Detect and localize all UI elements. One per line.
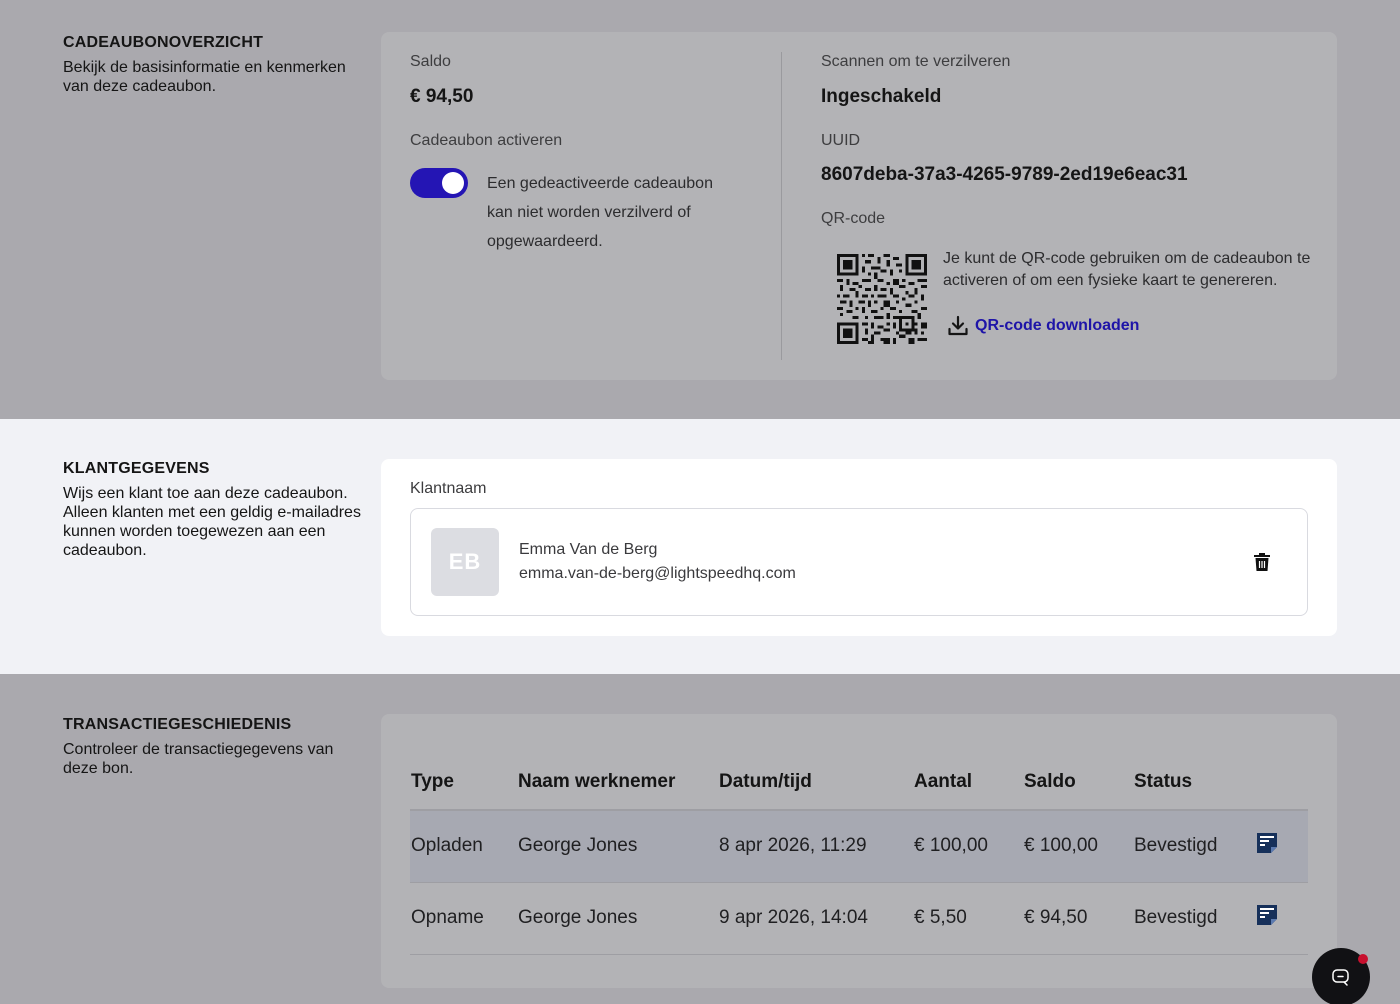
overview-description: Bekijk de basisinformatie en kenmerken v… <box>63 59 346 95</box>
cell-status: Bevestigd <box>1133 810 1254 883</box>
column-header[interactable]: Datum/tijd <box>718 754 913 811</box>
cell-action <box>1254 882 1308 955</box>
customer-description: Wijs een klant toe aan deze cadeaubon. A… <box>63 485 361 559</box>
column-header[interactable]: Aantal <box>913 754 1023 811</box>
trash-icon[interactable] <box>1253 552 1271 572</box>
activate-help-text: Een gedeactiveerde cadeaubon kan niet wo… <box>487 175 713 250</box>
vertical-divider <box>781 52 782 360</box>
toggle-knob <box>442 172 464 194</box>
cell-type: Opladen <box>410 810 517 883</box>
customer-header: KLANTGEGEVENS Wijs een klant toe aan dez… <box>63 460 363 560</box>
table-row[interactable]: Opname George Jones 9 apr 2026, 14:04 € … <box>410 882 1308 955</box>
transactions-card: Type Naam werknemer Datum/tijd Aantal Sa… <box>381 714 1337 988</box>
customer-email: emma.van-de-berg@lightspeedhq.com <box>519 565 796 582</box>
column-header-actions <box>1254 754 1308 811</box>
uuid-value: 8607deba-37a3-4265-9789-2ed19e6eac31 <box>821 164 1188 185</box>
receipt-icon[interactable] <box>1255 903 1279 927</box>
overview-title: CADEAUBONOVERZICHT <box>63 34 264 51</box>
cell-datetime: 8 apr 2026, 11:29 <box>718 810 913 883</box>
balance-label: Saldo <box>410 53 451 70</box>
activate-label: Cadeaubon activeren <box>410 132 563 149</box>
column-header[interactable]: Status <box>1133 754 1254 811</box>
activate-toggle[interactable] <box>410 168 468 198</box>
customer-entry[interactable]: EB Emma Van de Berg emma.van-de-berg@lig… <box>410 508 1308 616</box>
cell-employee: George Jones <box>517 810 718 883</box>
qr-download-label: QR-code downloaden <box>975 317 1140 334</box>
cell-balance: € 100,00 <box>1023 810 1133 883</box>
customer-name-label: Klantnaam <box>410 480 487 497</box>
table-header-row: Type Naam werknemer Datum/tijd Aantal Sa… <box>410 754 1308 811</box>
cell-employee: George Jones <box>517 882 718 955</box>
qr-code-image <box>837 254 927 344</box>
transactions-table: Type Naam werknemer Datum/tijd Aantal Sa… <box>410 754 1308 955</box>
transactions-header: TRANSACTIEGESCHIEDENIS Controleer de tra… <box>63 716 363 778</box>
chat-button[interactable] <box>1312 948 1370 1004</box>
cell-datetime: 9 apr 2026, 14:04 <box>718 882 913 955</box>
overview-card: Saldo € 94,50 Cadeaubon activeren Een ge… <box>381 32 1337 380</box>
chat-icon <box>1332 969 1349 986</box>
customer-name: Emma Van de Berg <box>519 541 658 558</box>
download-icon <box>948 315 968 336</box>
scan-value: Ingeschakeld <box>821 86 942 107</box>
avatar: EB <box>431 528 499 596</box>
cell-balance: € 94,50 <box>1023 882 1133 955</box>
column-header[interactable]: Naam werknemer <box>517 754 718 811</box>
transactions-title: TRANSACTIEGESCHIEDENIS <box>63 716 292 733</box>
qr-label: QR-code <box>821 210 886 227</box>
cell-type: Opname <box>410 882 517 955</box>
cell-amount: € 5,50 <box>913 882 1023 955</box>
scan-label: Scannen om te verzilveren <box>821 53 1011 70</box>
notification-dot <box>1358 954 1368 964</box>
cell-amount: € 100,00 <box>913 810 1023 883</box>
receipt-icon[interactable] <box>1255 831 1279 855</box>
cell-action <box>1254 810 1308 883</box>
qr-download-link[interactable]: QR-code downloaden <box>947 315 1139 337</box>
customer-title: KLANTGEGEVENS <box>63 460 210 477</box>
column-header[interactable]: Type <box>410 754 517 811</box>
balance-value: € 94,50 <box>410 86 474 107</box>
table-row[interactable]: Opladen George Jones 8 apr 2026, 11:29 €… <box>410 810 1308 883</box>
customer-card: Klantnaam EB Emma Van de Berg emma.van-d… <box>381 459 1337 636</box>
qr-description: Je kunt de QR-code gebruiken om de cadea… <box>943 250 1311 289</box>
overview-header: CADEAUBONOVERZICHT Bekijk de basisinform… <box>63 34 363 96</box>
column-header[interactable]: Saldo <box>1023 754 1133 811</box>
cell-status: Bevestigd <box>1133 882 1254 955</box>
uuid-label: UUID <box>821 132 861 149</box>
transactions-description: Controleer de transactiegegevens van dez… <box>63 741 334 777</box>
